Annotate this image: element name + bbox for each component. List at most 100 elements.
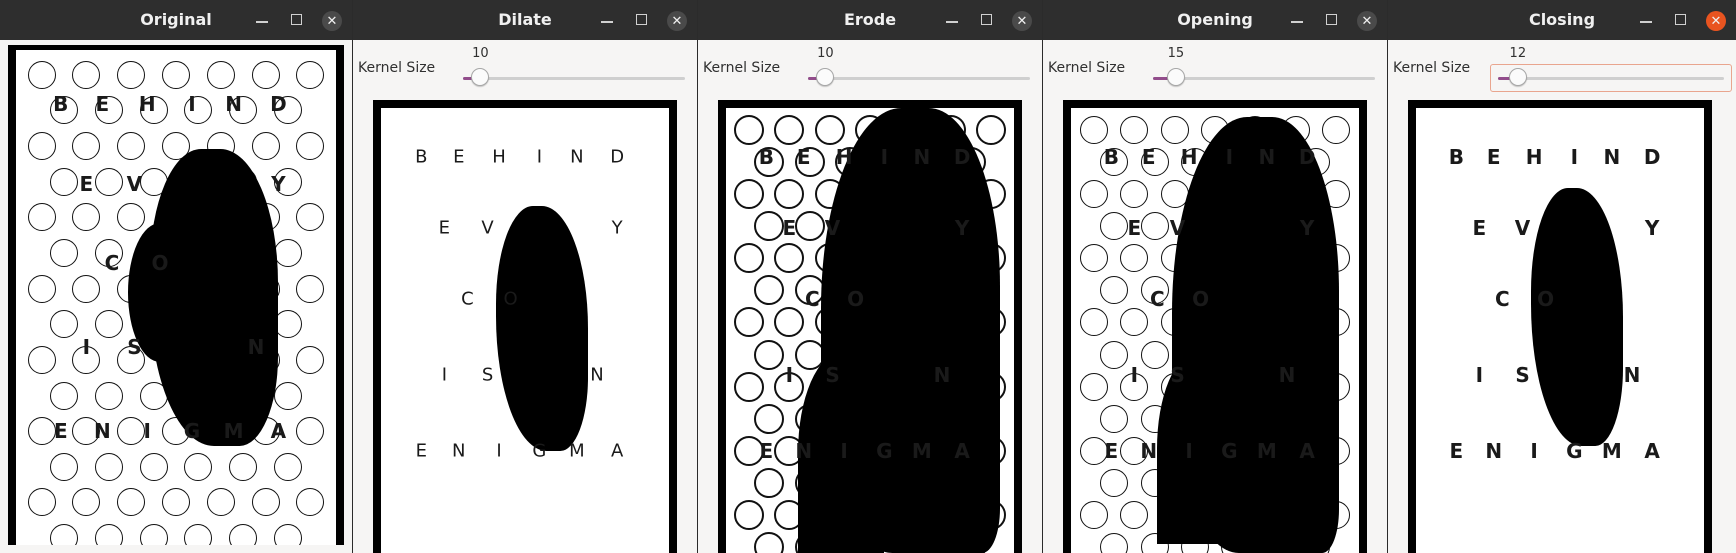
close-icon[interactable]: ✕: [1012, 11, 1032, 31]
background-circle: [754, 467, 785, 498]
background-circle: [72, 132, 101, 161]
poster-letter: V: [1169, 216, 1186, 241]
poster-letter: O: [151, 250, 169, 275]
poster-letter: N: [1258, 144, 1276, 169]
kernel-size-label: Kernel Size: [1393, 60, 1471, 76]
minimize-icon[interactable]: [1288, 12, 1306, 28]
background-circle: [27, 345, 56, 374]
slider-thumb[interactable]: [816, 68, 835, 86]
background-circle: [734, 499, 765, 530]
minimize-icon[interactable]: [253, 12, 271, 28]
background-circle: [72, 488, 101, 517]
face-silhouette: [496, 205, 589, 451]
poster-letter: V: [824, 216, 841, 241]
background-circle: [50, 238, 78, 267]
poster-image: BEHINDEVYCOISNENIGMA: [1416, 108, 1704, 553]
poster-letter: I: [880, 144, 889, 169]
poster-letter: V: [1514, 216, 1531, 241]
background-circle: [117, 132, 146, 161]
poster-letter: H: [835, 144, 853, 169]
poster-image: BEHINDEVYCOISNENIGMA: [726, 108, 1014, 553]
poster-letter: I: [1130, 363, 1139, 387]
slider-focus-ring: [1490, 64, 1732, 92]
title-bar[interactable]: Erode ✕: [698, 0, 1042, 40]
minimize-icon[interactable]: [943, 12, 961, 28]
background-circle: [1100, 404, 1129, 433]
poster-letter: Y: [1299, 216, 1315, 241]
background-circle: [50, 167, 78, 196]
title-bar[interactable]: Original ✕: [0, 0, 352, 40]
poster-letter: S: [825, 363, 840, 387]
maximize-icon[interactable]: [632, 12, 650, 28]
slider-thumb[interactable]: [1166, 68, 1185, 86]
background-circle: [251, 132, 280, 161]
poster-letter: N: [590, 364, 604, 386]
minimize-icon[interactable]: [598, 12, 616, 28]
background-circle: [274, 524, 302, 545]
background-circle: [1080, 308, 1109, 337]
kernel-size-label: Kernel Size: [1048, 60, 1126, 76]
poster-letter: E: [796, 144, 811, 169]
background-circle: [1080, 372, 1109, 401]
background-circle: [162, 488, 190, 517]
background-circle: [296, 203, 325, 232]
poster-letter: G: [1566, 438, 1583, 463]
background-circle: [27, 488, 56, 517]
poster-letter: G: [532, 440, 547, 462]
kernel-size-slider[interactable]: [808, 68, 1030, 86]
background-circle: [117, 417, 146, 446]
background-circle: [296, 60, 325, 89]
poster-letter: N: [1623, 363, 1641, 387]
kernel-size-control: Kernel Size 10: [698, 40, 1042, 96]
background-circle: [274, 381, 302, 410]
background-circle: [229, 524, 258, 545]
window-erode: Erode ✕ Kernel Size 10 B E H I N D E V Y C O I S N E N I G M A: [698, 0, 1042, 553]
poster-letter: H: [1525, 144, 1543, 169]
kernel-size-slider[interactable]: [463, 68, 685, 86]
maximize-icon[interactable]: [1671, 12, 1689, 28]
poster-letter: N: [225, 92, 242, 117]
poster-letter: E: [53, 419, 68, 444]
poster-letter: B: [1448, 144, 1464, 169]
background-circle: [794, 211, 825, 242]
close-icon[interactable]: ✕: [1706, 11, 1726, 31]
poster-letter: B: [415, 146, 428, 168]
background-circle: [754, 339, 785, 370]
window-dilate: Dilate ✕ Kernel Size 10 B E H I N D E V Y C O I S N E N I G M A: [353, 0, 697, 553]
background-circle: [1080, 244, 1109, 273]
kernel-size-label: Kernel Size: [703, 60, 781, 76]
slider-thumb[interactable]: [471, 68, 490, 86]
title-bar[interactable]: Opening ✕: [1043, 0, 1387, 40]
minimize-icon[interactable]: [1637, 12, 1655, 28]
poster-letter: M: [1601, 438, 1622, 463]
poster-letter: N: [1140, 438, 1158, 463]
background-circle: [734, 371, 765, 402]
poster-letter: E: [1127, 216, 1142, 241]
poster-letter: N: [452, 440, 466, 462]
background-circle: [27, 203, 56, 232]
poster-letter: I: [1225, 144, 1234, 169]
poster-letter: E: [1472, 216, 1487, 241]
maximize-icon[interactable]: [977, 12, 995, 28]
poster-letter: C: [104, 250, 120, 275]
title-bar[interactable]: Closing ✕: [1388, 0, 1736, 40]
background-circle: [1100, 276, 1129, 305]
kernel-size-slider[interactable]: [1153, 68, 1375, 86]
background-circle: [251, 60, 280, 89]
poster-letter: D: [610, 146, 625, 168]
close-icon[interactable]: ✕: [667, 11, 687, 31]
background-circle: [251, 488, 280, 517]
background-circle: [774, 115, 805, 146]
background-circle: [1120, 180, 1149, 209]
maximize-icon[interactable]: [1322, 12, 1340, 28]
poster-letter: N: [247, 335, 265, 359]
close-icon[interactable]: ✕: [1357, 11, 1377, 31]
poster-letter: M: [223, 419, 244, 444]
background-circle: [1080, 500, 1109, 529]
poster-letter: C: [1495, 287, 1510, 312]
maximize-icon[interactable]: [287, 12, 305, 28]
kernel-size-value: 15: [1167, 46, 1185, 61]
close-icon[interactable]: ✕: [322, 11, 342, 31]
poster-letter: N: [1485, 438, 1503, 463]
title-bar[interactable]: Dilate ✕: [353, 0, 697, 40]
